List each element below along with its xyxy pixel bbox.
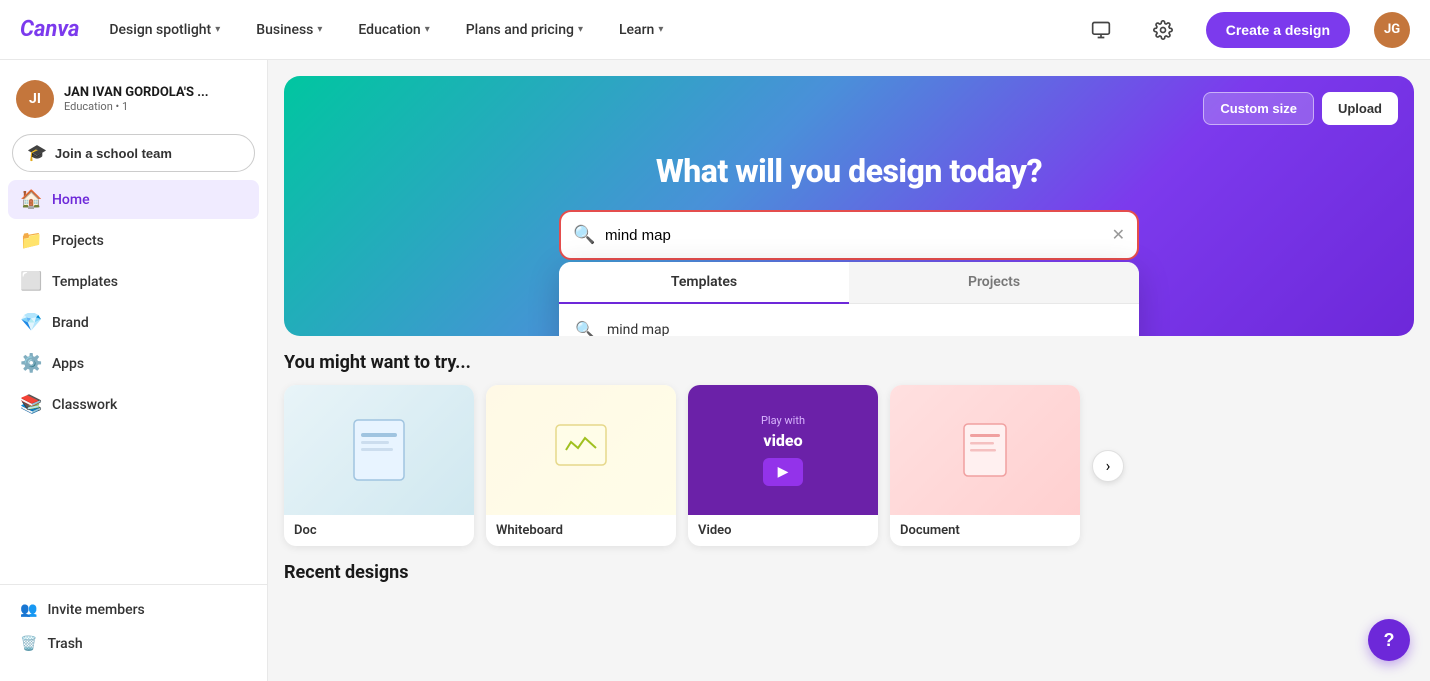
settings-icon-btn[interactable] [1144,11,1182,49]
sidebar-user-info: JI JAN IVAN GORDOLA'S ... Education • 1 [0,72,267,130]
cards-next-button[interactable]: › [1092,450,1124,482]
hero-controls: Custom size Upload [1203,92,1398,125]
brand-icon: 💎 [20,312,42,333]
card-document[interactable]: Document [890,385,1080,546]
sidebar-username: JAN IVAN GORDOLA'S ... [64,85,209,100]
suggestion-list: 🔍 mind map 🔍 mind map presentation 🔍 min… [559,304,1139,336]
sidebar-item-templates[interactable]: ⬜ Templates [8,262,259,301]
chevron-down-icon: ▾ [578,24,583,35]
try-section-title: You might want to try... [284,352,1414,373]
tab-projects[interactable]: Projects [849,262,1139,303]
classwork-icon: 📚 [20,394,42,415]
video-label: Video [688,515,878,546]
sidebar-item-projects[interactable]: 📁 Projects [8,221,259,260]
chevron-down-icon: ▾ [215,24,220,35]
suggestion-mind-map[interactable]: 🔍 mind map [559,310,1139,336]
recent-section-title: Recent designs [284,562,1414,583]
hero-title: What will you design today? [656,152,1042,190]
sidebar-bottom: 👥 Invite members 🗑️ Trash [0,584,267,669]
trash-icon: 🗑️ [20,636,37,652]
home-icon: 🏠 [20,189,42,210]
dropdown-tabs: Templates Projects [559,262,1139,304]
doc-thumbnail [284,385,474,515]
sidebar-avatar[interactable]: JI [16,80,54,118]
nav-design-spotlight[interactable]: Design spotlight ▾ [103,18,226,42]
whiteboard-thumbnail [486,385,676,515]
avatar[interactable]: JG [1374,12,1410,48]
apps-icon: ⚙️ [20,353,42,374]
sidebar-edu-label: Education • 1 [64,100,209,113]
canva-logo[interactable]: Canva [20,17,79,42]
content-sections: You might want to try... Doc Whiteboard [268,352,1430,611]
help-button[interactable]: ? [1368,619,1410,661]
sidebar: JI JAN IVAN GORDOLA'S ... Education • 1 … [0,60,268,681]
video-thumbnail: Play with video ▶ [688,385,878,515]
sidebar-navigation: 🏠 Home 📁 Projects ⬜ Templates 💎 Brand ⚙️… [0,180,267,584]
search-input[interactable] [559,210,1139,260]
chevron-down-icon: ▾ [425,24,430,35]
document-label: Document [890,515,1080,546]
nav-plans-pricing[interactable]: Plans and pricing ▾ [460,18,589,42]
whiteboard-label: Whiteboard [486,515,676,546]
tab-templates[interactable]: Templates [559,262,849,304]
invite-icon: 👥 [20,602,37,618]
top-navigation: Canva Design spotlight ▾ Business ▾ Educ… [0,0,1430,60]
nav-education[interactable]: Education ▾ [352,18,435,42]
card-whiteboard[interactable]: Whiteboard [486,385,676,546]
card-video[interactable]: Play with video ▶ Video [688,385,878,546]
create-design-button[interactable]: Create a design [1206,12,1350,48]
search-icon: 🔍 [573,225,595,246]
try-cards-row: Doc Whiteboard Play with video [284,385,1080,546]
nav-learn[interactable]: Learn ▾ [613,18,669,42]
upload-button[interactable]: Upload [1322,92,1398,125]
sidebar-item-classwork[interactable]: 📚 Classwork [8,385,259,424]
nav-business[interactable]: Business ▾ [250,18,328,42]
invite-members-button[interactable]: 👥 Invite members [8,593,259,627]
hero-banner: Custom size Upload What will you design … [284,76,1414,336]
chevron-down-icon: ▾ [658,24,663,35]
sidebar-item-brand[interactable]: 💎 Brand [8,303,259,342]
folder-icon: 📁 [20,230,42,251]
doc-label: Doc [284,515,474,546]
main-content: Custom size Upload What will you design … [268,60,1430,681]
sidebar-item-apps[interactable]: ⚙️ Apps [8,344,259,383]
join-school-team-button[interactable]: 🎓 Join a school team [12,134,255,172]
custom-size-button[interactable]: Custom size [1203,92,1314,125]
chevron-down-icon: ▾ [317,24,322,35]
templates-icon: ⬜ [20,271,42,292]
document-thumbnail [890,385,1080,515]
devices-icon-btn[interactable] [1082,11,1120,49]
search-container: 🔍 ✕ Templates Projects 🔍 mind map [559,210,1139,260]
clear-search-button[interactable]: ✕ [1112,225,1125,245]
search-dropdown: Templates Projects 🔍 mind map 🔍 mind map… [559,262,1139,336]
graduation-icon: 🎓 [27,143,47,163]
trash-button[interactable]: 🗑️ Trash [8,627,259,661]
search-suggestion-icon: 🔍 [575,320,595,336]
sidebar-item-home[interactable]: 🏠 Home [8,180,259,219]
card-doc[interactable]: Doc [284,385,474,546]
